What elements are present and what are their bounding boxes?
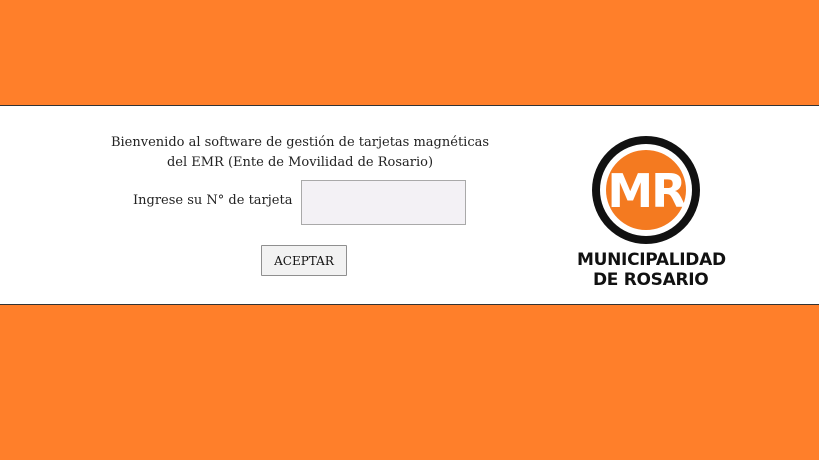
welcome-message: Bienvenido al software de gestión de tar… (110, 133, 490, 173)
logo-text-line-2: DE ROSARIO (593, 270, 709, 290)
welcome-line-1: Bienvenido al software de gestión de tar… (110, 135, 490, 150)
login-panel: Bienvenido al software de gestión de tar… (0, 105, 819, 305)
accept-button[interactable]: ACEPTAR (261, 245, 347, 276)
card-number-label: Ingrese su N° de tarjeta (133, 193, 293, 208)
logo-text-line-1: MUNICIPALIDAD (577, 250, 726, 270)
municipalidad-logo: MR MUNICIPALIDAD DE ROSARIO (575, 134, 726, 294)
card-number-input[interactable] (301, 180, 466, 225)
logo-monogram: MR (607, 164, 686, 218)
mr-logo-icon: MR (592, 136, 700, 244)
welcome-line-2: del EMR (Ente de Movilidad de Rosario) (166, 155, 434, 170)
